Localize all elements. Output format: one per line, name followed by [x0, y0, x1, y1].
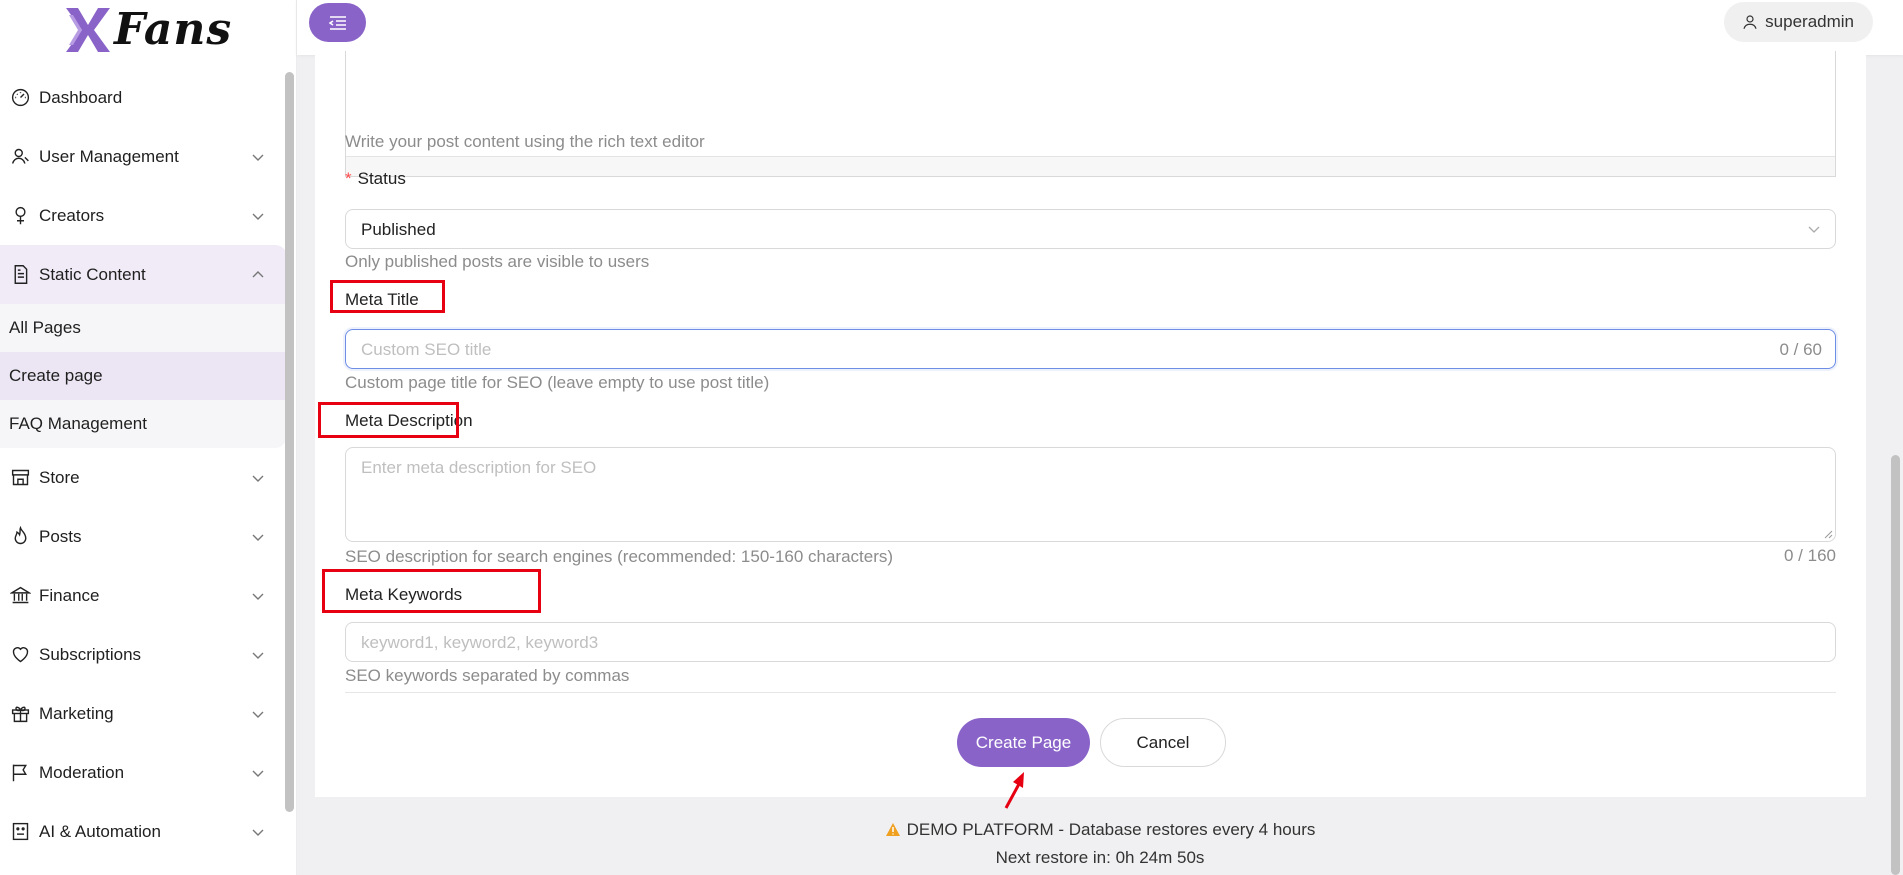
menu-toggle-button[interactable] — [309, 3, 366, 42]
status-help-text: Only published posts are visible to user… — [345, 252, 650, 271]
user-icon — [1743, 15, 1757, 29]
chevron-down-icon — [252, 534, 264, 541]
meta-description-counter: 0 / 160 — [1784, 546, 1836, 565]
sidebar-item-store[interactable]: Store — [0, 448, 287, 507]
sidebar-item-label: Marketing — [39, 703, 114, 723]
meta-title-input[interactable]: Custom SEO title 0 / 60 — [345, 329, 1836, 369]
warning-icon — [885, 823, 900, 836]
brand-logo[interactable]: Fans — [64, 2, 232, 58]
chevron-down-icon — [252, 213, 264, 220]
meta-title-counter: 0 / 60 — [1779, 340, 1822, 359]
status-select-value: Published — [361, 220, 436, 239]
chevron-down-icon — [252, 829, 264, 836]
annotation-arrow-icon — [1004, 772, 1024, 809]
bank-icon — [9, 585, 31, 607]
sidebar-item-moderation[interactable]: Moderation — [0, 743, 287, 802]
sidebar-item-user-management[interactable]: User Management — [0, 127, 287, 186]
heart-icon — [9, 644, 31, 666]
annotation-highlight-meta-keywords — [322, 569, 541, 613]
demo-warning: DEMO PLATFORM - Database restores every … — [297, 820, 1903, 840]
sidebar-item-label: Finance — [39, 585, 100, 605]
sidebar-item-posts[interactable]: Posts — [0, 507, 287, 566]
chevron-down-icon — [252, 770, 264, 777]
fire-icon — [9, 526, 31, 548]
sidebar-item-label: Creators — [39, 205, 105, 225]
sidebar-item-subscriptions[interactable]: Subscriptions — [0, 625, 287, 684]
sidebar-item-label: Dashboard — [39, 87, 123, 107]
sidebar-item-dashboard[interactable]: Dashboard — [0, 68, 287, 127]
store-icon — [9, 467, 31, 489]
status-label-text: Status — [357, 169, 406, 188]
create-page-button[interactable]: Create Page — [957, 718, 1090, 767]
static-content-submenu: All Pages Create page FAQ Management — [0, 304, 287, 448]
annotation-highlight-meta-description — [318, 402, 459, 438]
sidebar-item-marketing[interactable]: Marketing — [0, 684, 287, 743]
user-icon — [9, 146, 31, 168]
sidebar-scrollbar[interactable] — [285, 72, 294, 812]
sidebar-item-creators[interactable]: Creators — [0, 186, 287, 245]
chevron-down-icon — [252, 475, 264, 482]
sidebar-item-label: Store — [39, 467, 80, 487]
meta-description-placeholder: Enter meta description for SEO — [361, 458, 597, 477]
sidebar-item-static-content[interactable]: Static Content — [0, 245, 287, 304]
meta-description-textarea[interactable]: Enter meta description for SEO — [345, 447, 1836, 542]
demo-warning-title: DEMO PLATFORM — [906, 820, 1054, 839]
sidebar-item-finance[interactable]: Finance — [0, 566, 287, 625]
meta-title-placeholder: Custom SEO title — [361, 340, 492, 359]
document-icon — [9, 264, 31, 286]
user-menu[interactable]: superadmin — [1724, 2, 1873, 42]
chevron-down-icon — [1808, 226, 1820, 233]
sidebar-item-label: Moderation — [39, 762, 125, 782]
menu-fold-icon — [328, 15, 346, 30]
chevron-down-icon — [252, 711, 264, 718]
chevron-down-icon — [252, 652, 264, 659]
restore-countdown: Next restore in: 0h 24m 50s — [995, 848, 1205, 867]
chevron-down-icon — [252, 154, 264, 161]
brand-x-icon — [66, 8, 110, 52]
chevron-up-icon — [252, 270, 264, 277]
flag-icon — [9, 762, 31, 784]
sidebar-nav: Dashboard User Management Creators Stati… — [0, 68, 287, 861]
status-select[interactable]: Published — [345, 209, 1836, 249]
username: superadmin — [1765, 12, 1854, 31]
sidebar-item-label: Static Content — [39, 264, 146, 284]
sidebar-item-label: Subscriptions — [39, 644, 142, 664]
resize-handle-icon[interactable] — [1823, 529, 1833, 539]
sidebar-subitem-faq-management[interactable]: FAQ Management — [0, 400, 287, 448]
sidebar-item-label: User Management — [39, 146, 179, 166]
dashboard-icon — [9, 87, 31, 109]
rich-text-editor[interactable] — [345, 51, 1836, 177]
required-mark: * — [345, 169, 352, 188]
content-help-text: Write your post content using the rich t… — [345, 132, 705, 151]
demo-warning-text: - Database restores every 4 hours — [1053, 820, 1316, 839]
cancel-button[interactable]: Cancel — [1100, 718, 1226, 767]
sidebar: Fans Dashboard User Management Creators — [0, 0, 297, 875]
sidebar-item-label: Posts — [39, 526, 82, 546]
sidebar-subitem-create-page[interactable]: Create page — [0, 352, 287, 400]
robot-icon — [9, 821, 31, 843]
meta-description-help-text: SEO description for search engines (reco… — [345, 547, 894, 566]
editor-statusbar — [346, 156, 1835, 176]
creators-icon — [9, 205, 31, 227]
sidebar-item-label: AI & Automation — [39, 821, 161, 841]
create-page-form: Write your post content using the rich t… — [315, 51, 1866, 797]
page-scrollbar[interactable] — [1891, 455, 1900, 875]
top-header: superadmin — [297, 0, 1903, 55]
chevron-down-icon — [252, 593, 264, 600]
sidebar-item-ai-automation[interactable]: AI & Automation — [0, 802, 287, 861]
meta-keywords-input[interactable]: keyword1, keyword2, keyword3 — [345, 622, 1836, 662]
form-divider — [345, 692, 1836, 693]
meta-keywords-placeholder: keyword1, keyword2, keyword3 — [361, 633, 599, 652]
meta-keywords-help-text: SEO keywords separated by commas — [345, 666, 630, 685]
brand-name: Fans — [114, 4, 233, 55]
annotation-highlight-meta-title — [330, 280, 445, 313]
status-label: * Status — [345, 169, 406, 189]
sidebar-subitem-all-pages[interactable]: All Pages — [0, 304, 287, 352]
gift-icon — [9, 703, 31, 725]
meta-title-help-text: Custom page title for SEO (leave empty t… — [345, 373, 770, 392]
